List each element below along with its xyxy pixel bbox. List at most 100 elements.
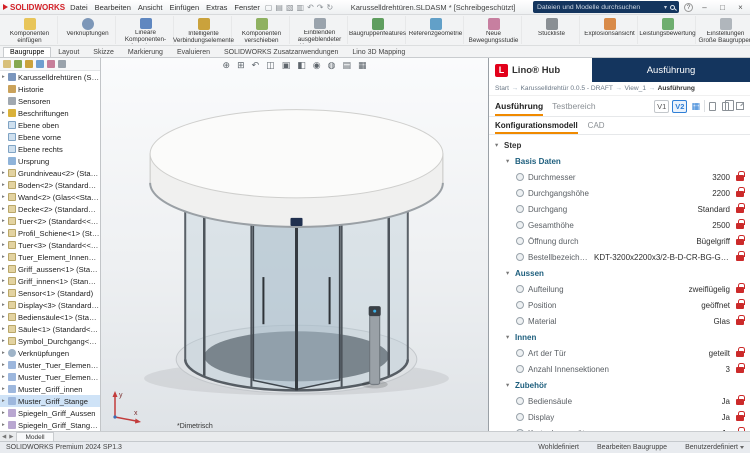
reference-geometry-button[interactable]: Referenzgeometrie [408, 16, 464, 44]
maximize-button[interactable]: □ [716, 3, 729, 12]
feature-tree-item[interactable]: ▸ Muster_Tuer_Element_innen [0, 359, 100, 371]
chevron-down-icon[interactable]: ▾ [506, 157, 515, 165]
mate-button[interactable]: Verknüpfungen [60, 16, 116, 44]
display-style-icon[interactable]: ◧ [297, 60, 306, 71]
menu-einfuegen[interactable]: Einfügen [170, 3, 200, 12]
config-row[interactable]: ▾ Display Ja [489, 409, 750, 425]
feature-tree-item[interactable]: ▸ Profil_Schiene<1> (Standard<<Standard>… [0, 227, 100, 239]
performance-evaluation-button[interactable]: Leistungsbewertung [640, 16, 696, 44]
smart-fasteners-button[interactable]: Intelligente Verbindungselemente [176, 16, 232, 44]
config-row[interactable]: ▾ Zubehör [489, 377, 750, 393]
large-assembly-settings-button[interactable]: Einstellungen Große Baugruppen [698, 16, 750, 44]
feature-tree-item[interactable]: ▸ Karusselldrehtüren (Standard<Anzeigezu… [0, 71, 100, 83]
menu-ansicht[interactable]: Ansicht [138, 3, 163, 12]
feature-tree-item[interactable]: ▸ Tuer<2> (Standard<<Standard>_Anzeigezu… [0, 215, 100, 227]
feature-tree-item[interactable]: ▸ Griff_innen<1> (Standard<<Standard>_An… [0, 275, 100, 287]
chevron-down-icon[interactable]: ▾ [506, 381, 515, 389]
insert-components-button[interactable]: Komponenten einfügen [2, 16, 58, 44]
subtab-cad[interactable]: CAD [588, 118, 605, 134]
section-view-icon[interactable]: ◫ [266, 60, 275, 71]
bill-of-materials-button[interactable]: Stückliste [524, 16, 580, 44]
parameter-value[interactable]: 2200 [712, 189, 730, 198]
feature-tree-item[interactable]: ▸ Boden<2> (Standard<<Standard>_Anzeigez… [0, 179, 100, 191]
cam-tab-icon[interactable] [58, 60, 66, 68]
chevron-down-icon[interactable]: ▾ [495, 141, 504, 149]
version-v2-button[interactable]: V2 [672, 100, 687, 113]
assembly-features-button[interactable]: Baugruppenfeatures [350, 16, 406, 44]
hide-show-items-icon[interactable]: ◉ [313, 60, 321, 71]
chevron-down-icon[interactable]: ▾ [506, 333, 515, 341]
feature-tree-item[interactable]: ▸ Bediensäule<1> (Standard<<Standard>_An… [0, 311, 100, 323]
apply-scene-icon[interactable]: ▤ [342, 60, 351, 71]
copy-icon[interactable] [722, 102, 729, 111]
zoom-area-icon[interactable]: ⊞ [237, 60, 245, 71]
parameter-value[interactable]: 3200 [712, 173, 730, 182]
config-row[interactable]: ▾ Aufteilung zweiflügelig [489, 281, 750, 297]
feature-tree-item[interactable]: ▸ Tuer<3> (Standard<<Standard>_Anzeigezu… [0, 239, 100, 251]
parameter-value[interactable]: Standard [698, 205, 730, 214]
config-row[interactable]: ▾ Step [489, 137, 750, 153]
search-scope-dropdown-icon[interactable]: ▾ [664, 4, 667, 11]
feature-tree-item[interactable]: ▸ Grundniveau<2> (Standard<<Standard>_An… [0, 167, 100, 179]
feature-tree-item[interactable]: ▸ Tuer_Element_Innen<1> (Standard<<Stand… [0, 251, 100, 263]
feature-tree-item[interactable]: ▸ Beschriftungen [0, 107, 100, 119]
config-row[interactable]: ▾ Durchmesser 3200 [489, 169, 750, 185]
parameter-value[interactable]: Glas [714, 317, 730, 326]
crumb-start[interactable]: Start [495, 85, 509, 92]
feature-tree-item[interactable]: ▸ Ebene vorne [0, 131, 100, 143]
config-row[interactable]: ▾ Innen [489, 329, 750, 345]
feature-tree-item[interactable]: ▸ Spiegeln_Griff_Aussen [0, 407, 100, 419]
zoom-fit-icon[interactable]: ⊕ [223, 60, 231, 71]
exploded-view-button[interactable]: Explosionsansicht [582, 16, 638, 44]
feature-tree-item[interactable]: ▸ Historie [0, 83, 100, 95]
tab-lino-3d-mapping[interactable]: Lino 3D Mapping [345, 47, 412, 57]
minimize-button[interactable]: – [698, 3, 711, 12]
parameter-value[interactable]: zweiflügelig [689, 285, 730, 294]
search-input[interactable] [537, 4, 661, 11]
config-row[interactable]: ▾ Aussen [489, 265, 750, 281]
menu-datei[interactable]: Datei [70, 3, 88, 12]
units-dropdown[interactable]: Benutzerdefiniert [685, 444, 744, 451]
config-row[interactable]: ▾ Öffnung durch Bügelgriff [489, 233, 750, 249]
tabs-scroll-left-icon[interactable]: ◀ [2, 434, 6, 440]
parameter-value[interactable]: Bügelgriff [696, 237, 730, 246]
open-file-icon[interactable]: ▤ [275, 3, 283, 12]
parameter-value[interactable]: KDT-3200x2200x3/2-B-D-CR-BG-Glas [594, 253, 730, 262]
parameter-value[interactable]: geteilt [709, 349, 730, 358]
linear-component-pattern-button[interactable]: Lineare Komponenten-Anordnung [118, 16, 174, 44]
tabs-scroll-right-icon[interactable]: ▶ [9, 434, 13, 440]
menu-extras[interactable]: Extras [206, 3, 227, 12]
edit-appearance-icon[interactable]: ◍ [328, 60, 336, 71]
config-row[interactable]: ▾ Anzahl Innensektionen 3 [489, 361, 750, 377]
feature-tree-item[interactable]: ▸ Ebene rechts [0, 143, 100, 155]
feature-tree-item[interactable]: ▸ Sensoren [0, 95, 100, 107]
parameter-value[interactable]: 2500 [712, 221, 730, 230]
feature-tree-item[interactable]: ▸ Muster_Griff_innen [0, 383, 100, 395]
config-row[interactable]: ▾ Material Glas [489, 313, 750, 329]
undo-icon[interactable]: ↶ [307, 3, 314, 12]
displaymanager-tab-icon[interactable] [47, 60, 55, 68]
redo-icon[interactable]: ↷ [317, 3, 324, 12]
feature-tree-item[interactable]: ▸ Ebene oben [0, 119, 100, 131]
move-component-button[interactable]: Komponenten verschieben [234, 16, 290, 44]
new-file-icon[interactable]: ▢ [265, 3, 273, 12]
lino-tab-ausfuehrung[interactable]: Ausführung [495, 97, 543, 116]
dimxpertmanager-tab-icon[interactable] [36, 60, 44, 68]
tab-skizze[interactable]: Skizze [86, 47, 121, 57]
feature-tree-item[interactable]: ▸ Decke<2> (Standard<<Standard>_Anzeigez… [0, 203, 100, 215]
close-button[interactable]: × [734, 3, 747, 12]
config-row[interactable]: ▾ Art der Tür geteilt [489, 345, 750, 361]
subtab-konfigurationsmodell[interactable]: Konfigurationsmodell [495, 118, 578, 134]
config-row[interactable]: ▾ Basis Daten [489, 153, 750, 169]
previous-view-icon[interactable]: ↶ [252, 60, 260, 71]
graphics-viewport[interactable]: ⊕⊞↶◫▣◧◉◍▤▦ [101, 58, 488, 431]
feature-tree-item[interactable]: ▸ Ursprung [0, 155, 100, 167]
model-tab[interactable]: Modell [16, 432, 53, 441]
parameter-value[interactable]: Ja [722, 413, 730, 422]
config-row[interactable]: ▾ Bestellbezeichnung KDT-3200x2200x3/2-B… [489, 249, 750, 265]
tab-markierung[interactable]: Markierung [121, 47, 170, 57]
new-document-icon[interactable] [709, 102, 716, 111]
new-motion-study-button[interactable]: Neue Bewegungsstudie [466, 16, 522, 44]
feature-tree-item[interactable]: ▸ Säule<1> (Standard<<Standard>_Anzeigez… [0, 323, 100, 335]
tab-layout[interactable]: Layout [51, 47, 86, 57]
